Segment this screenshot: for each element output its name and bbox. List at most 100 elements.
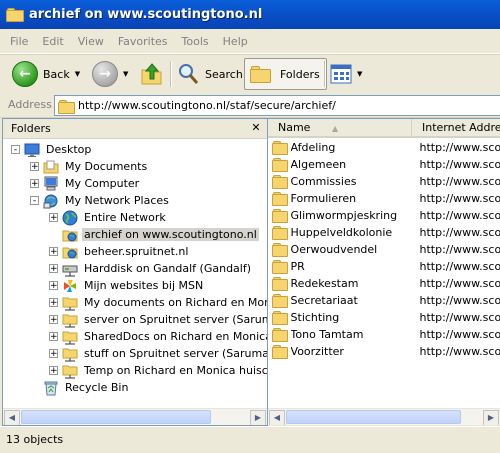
scroll-thumb[interactable] — [21, 410, 211, 424]
folders-icon — [249, 65, 271, 83]
file-name: Voorzitter — [290, 344, 344, 358]
tree-item-label: My Documents — [65, 160, 148, 173]
tree-item[interactable]: archief on www.scoutingtono.nl — [49, 226, 259, 243]
tree-item[interactable]: + Temp on Richard en Monica huiscomputer — [49, 362, 267, 379]
msn-icon — [62, 278, 78, 294]
tree-item[interactable]: + My documents on Richard en Monica huisc — [49, 294, 267, 311]
folders-button[interactable]: Folders — [244, 58, 327, 90]
tree-item[interactable]: + server on Spruitnet server (Saruman) — [49, 311, 267, 328]
shared-folder-icon — [62, 312, 78, 328]
folder-icon — [272, 191, 288, 206]
file-row[interactable]: Secretariaat http://www.scou — [268, 292, 500, 308]
file-internet-address: http://www.scou — [419, 174, 500, 188]
folder-icon — [272, 208, 288, 223]
file-row[interactable]: Commissies http://www.scou — [268, 173, 500, 189]
expand-icon[interactable]: + — [49, 315, 58, 325]
tree-item[interactable]: + Harddisk on Gandalf (Gandalf) — [49, 260, 253, 277]
tree-item[interactable]: + Mijn websites bij MSN — [49, 277, 205, 294]
file-row[interactable]: Glimwormpjeskring http://www.scou — [268, 207, 500, 223]
file-row[interactable]: Afdeling http://www.scou — [268, 139, 500, 155]
file-row[interactable]: Oerwoudvendel http://www.scou — [268, 241, 500, 257]
scroll-left-icon[interactable]: ◀ — [269, 410, 285, 425]
file-internet-address: http://www.scou — [419, 208, 500, 222]
file-row[interactable]: Voorzitter http://www.scou — [268, 343, 500, 359]
scroll-left-icon[interactable]: ◀ — [4, 410, 20, 425]
menu-view[interactable]: View — [71, 35, 111, 48]
title-bar[interactable]: archief on www.scoutingtono.nl — [0, 0, 500, 29]
column-header-internet-address[interactable]: Internet Address — [412, 119, 500, 138]
column-header-name[interactable]: Name ▲ — [268, 119, 412, 138]
address-value: http://www.scoutingtono.nl/staf/secure/a… — [78, 99, 336, 112]
file-internet-address: http://www.scou — [419, 344, 500, 358]
collapse-icon[interactable]: - — [30, 196, 39, 206]
collapse-icon[interactable]: - — [11, 145, 20, 155]
back-dropdown-icon[interactable]: ▼ — [75, 70, 80, 78]
column-internet-address-label: Internet Address — [422, 121, 500, 134]
file-row[interactable]: Redekestam http://www.scou — [268, 275, 500, 291]
shared-folder-icon — [62, 346, 78, 362]
expand-icon[interactable]: + — [49, 366, 58, 376]
expand-icon[interactable]: + — [49, 281, 58, 291]
close-pane-icon[interactable]: ✕ — [249, 121, 263, 135]
search-label: Search — [205, 67, 243, 81]
up-folder-icon — [141, 63, 162, 85]
menu-file[interactable]: File — [0, 35, 35, 48]
views-button[interactable]: ▼ — [330, 58, 362, 90]
tree-item[interactable]: + beheer.spruitnet.nl — [49, 243, 190, 260]
expand-icon[interactable]: + — [49, 247, 58, 257]
menu-edit[interactable]: Edit — [35, 35, 70, 48]
views-icon — [330, 64, 352, 84]
scroll-right-icon[interactable]: ▶ — [483, 410, 499, 425]
up-folder-button[interactable] — [140, 58, 164, 90]
expand-icon[interactable]: + — [49, 213, 58, 223]
file-row[interactable]: PR http://www.scou — [268, 258, 500, 274]
folders-horizontal-scrollbar[interactable]: ◀ ▶ — [3, 408, 267, 425]
tree-item[interactable]: + Entire Network — [49, 209, 168, 226]
scroll-right-icon[interactable]: ▶ — [250, 410, 266, 425]
expand-icon[interactable]: + — [30, 162, 39, 172]
address-input[interactable]: http://www.scoutingtono.nl/staf/secure/a… — [54, 95, 500, 116]
views-dropdown-icon[interactable]: ▼ — [357, 70, 362, 78]
tree-item[interactable]: - Desktop — [11, 141, 93, 158]
file-name: PR — [290, 259, 305, 273]
forward-button[interactable]: → ▼ — [92, 58, 128, 90]
file-row[interactable]: Algemeen http://www.scou — [268, 156, 500, 172]
file-row[interactable]: Huppelveldkolonie http://www.scou — [268, 224, 500, 240]
back-button[interactable]: ← Back ▼ — [12, 58, 80, 90]
forward-arrow-icon: → — [92, 61, 118, 87]
folder-tree: - Desktop + My Documents + My Computer - My Net… — [3, 139, 267, 404]
status-bar: 13 objects — [0, 426, 500, 453]
expand-icon[interactable]: + — [30, 179, 39, 189]
forward-dropdown-icon[interactable]: ▼ — [123, 70, 128, 78]
menu-favorites[interactable]: Favorites — [111, 35, 175, 48]
expand-icon[interactable]: + — [49, 298, 58, 308]
expand-icon[interactable]: + — [49, 264, 58, 274]
expand-icon[interactable]: + — [49, 332, 58, 342]
toolbar-separator — [324, 61, 326, 87]
file-row[interactable]: Formulieren http://www.scou — [268, 190, 500, 206]
tree-item[interactable]: + My Documents — [30, 158, 149, 175]
file-list-pane: Name ▲ Internet Address Afdeling http://w… — [268, 118, 500, 425]
tree-item[interactable]: + stuff on Spruitnet server (Saruman) — [49, 345, 267, 362]
tree-item[interactable]: - My Network Places — [30, 192, 171, 209]
file-name: Oerwoudvendel — [290, 242, 378, 256]
search-button[interactable]: Search — [176, 58, 243, 90]
menu-help[interactable]: Help — [216, 35, 255, 48]
file-name: Algemeen — [290, 157, 347, 171]
tree-item-label: My documents on Richard en Monica huisc — [84, 296, 267, 309]
folder-icon — [272, 157, 288, 172]
file-row[interactable]: Stichting http://www.scou — [268, 309, 500, 325]
menu-tools[interactable]: Tools — [175, 35, 216, 48]
file-internet-address: http://www.scou — [419, 327, 500, 341]
files-horizontal-scrollbar[interactable]: ◀ ▶ — [268, 408, 500, 425]
tree-item-label: Mijn websites bij MSN — [84, 279, 204, 292]
window-title: archief on www.scoutingtono.nl — [29, 7, 263, 22]
scroll-thumb[interactable] — [286, 410, 461, 424]
address-label: Address — [8, 98, 52, 111]
tree-item[interactable]: + My Computer — [30, 175, 141, 192]
tree-item-label: Entire Network — [84, 211, 166, 224]
expand-icon[interactable]: + — [49, 349, 58, 359]
tree-item[interactable]: Recycle Bin — [30, 379, 130, 396]
file-row[interactable]: Tono Tamtam http://www.scou — [268, 326, 500, 342]
tree-item[interactable]: + SharedDocs on Richard en Monica huiscor — [49, 328, 267, 345]
